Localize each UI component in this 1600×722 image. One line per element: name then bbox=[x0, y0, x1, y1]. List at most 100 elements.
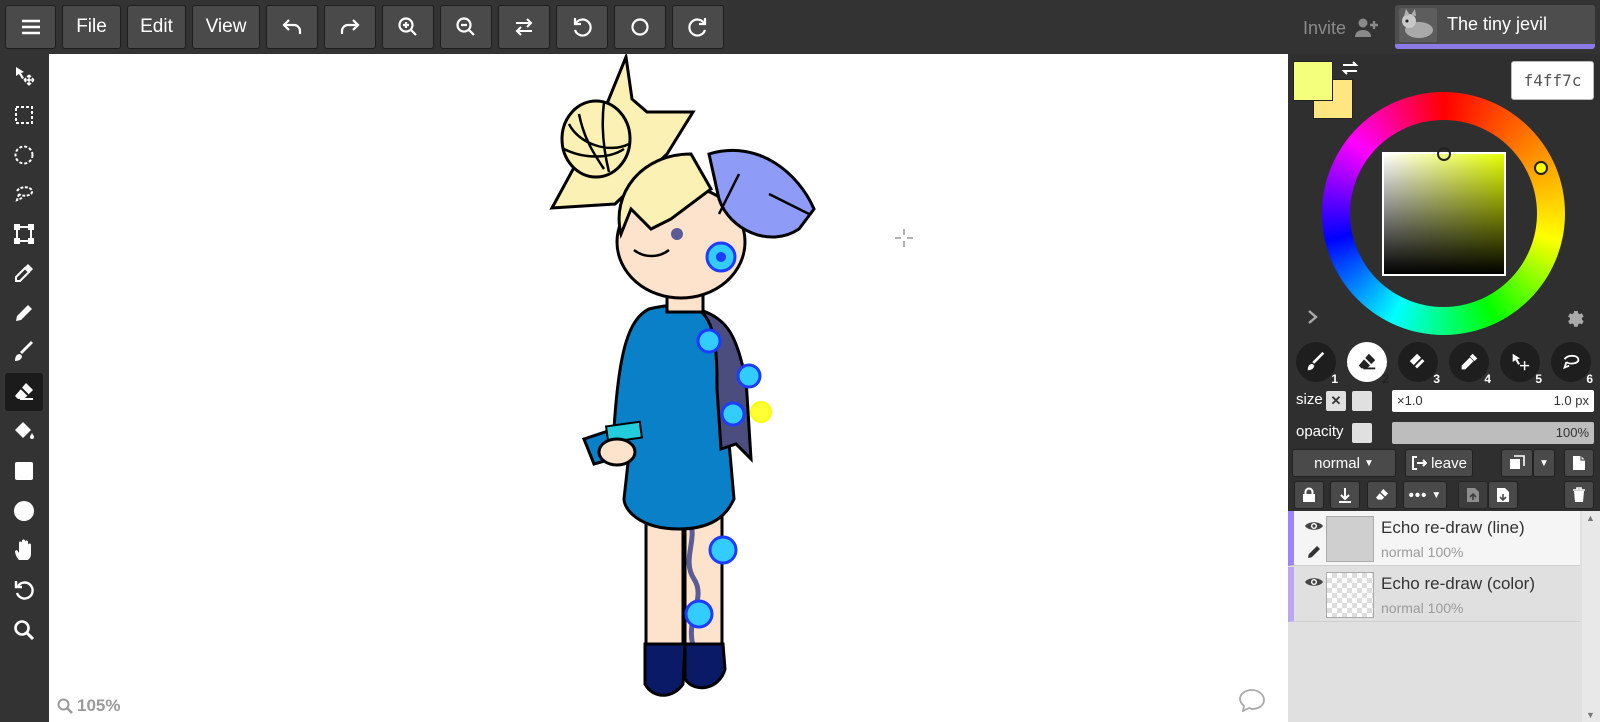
lock-layer-button[interactable] bbox=[1294, 481, 1324, 509]
invite-label: Invite bbox=[1303, 17, 1347, 38]
brush-slot-2[interactable]: 2 bbox=[1347, 342, 1389, 386]
user-chip[interactable]: The tiny jevil bbox=[1395, 5, 1595, 49]
size-pressure-toggle[interactable]: ✕ bbox=[1326, 391, 1346, 411]
flip-view-button[interactable] bbox=[498, 5, 550, 49]
file-down-icon bbox=[1497, 488, 1509, 502]
swap-colors-icon[interactable] bbox=[1340, 58, 1360, 78]
brush-slot-6[interactable]: 6 bbox=[1551, 342, 1593, 386]
scroll-up-icon[interactable]: ▲ bbox=[1586, 513, 1595, 523]
leave-button[interactable]: leave bbox=[1405, 449, 1473, 477]
hex-color-input[interactable]: f4ff7c bbox=[1511, 61, 1594, 100]
zoom-in-button[interactable] bbox=[382, 5, 434, 49]
size-lock-toggle[interactable] bbox=[1352, 391, 1372, 411]
layer-thumbnail bbox=[1326, 516, 1374, 562]
file-menu-button[interactable]: File bbox=[62, 5, 121, 49]
hue-picker-handle[interactable] bbox=[1534, 161, 1548, 175]
layer-blend-opacity: normal 100% bbox=[1381, 544, 1464, 560]
invite-button[interactable]: Invite bbox=[1303, 17, 1380, 39]
primary-color-swatch[interactable] bbox=[1293, 61, 1333, 101]
rectangle-shape-tool[interactable] bbox=[5, 452, 43, 490]
trash-icon bbox=[1573, 487, 1585, 502]
pen-tool[interactable] bbox=[5, 294, 43, 332]
layer-blend-opacity: normal 100% bbox=[1381, 600, 1464, 616]
tool-settings: size ✕ ×1.0 1.0 px opacity 100% normal ▼… bbox=[1288, 389, 1600, 511]
view-menu-button[interactable]: View bbox=[192, 5, 260, 49]
caret-down-icon: ▼ bbox=[1363, 457, 1374, 469]
zoom-out-button[interactable] bbox=[440, 5, 492, 49]
ellipsis-icon: ••• bbox=[1408, 486, 1428, 504]
rect-select-tool[interactable] bbox=[5, 96, 43, 134]
rotate-left-button[interactable] bbox=[556, 5, 608, 49]
drawing-canvas[interactable]: 105% bbox=[49, 54, 1288, 722]
transform-tool[interactable] bbox=[5, 215, 43, 253]
cursor-crosshair-icon bbox=[895, 229, 913, 247]
rotate-right-button[interactable] bbox=[672, 5, 724, 49]
rotate-icon bbox=[14, 581, 34, 600]
zoom-tool[interactable] bbox=[5, 611, 43, 649]
layers-scrollbar[interactable]: ▲ ▼ bbox=[1582, 511, 1600, 722]
ellipse-shape-tool[interactable] bbox=[5, 492, 43, 530]
leave-label: leave bbox=[1431, 454, 1467, 472]
zoom-level: 105% bbox=[77, 696, 121, 715]
brush-slot-number: 1 bbox=[1331, 372, 1338, 386]
rotate-tool[interactable] bbox=[5, 571, 43, 609]
sv-picker-handle[interactable] bbox=[1437, 147, 1451, 161]
eye-icon[interactable] bbox=[1304, 575, 1324, 589]
move-icon bbox=[1512, 353, 1530, 371]
zoom-indicator: 105% bbox=[57, 696, 120, 716]
merge-down-button[interactable] bbox=[1330, 481, 1360, 509]
ellipse-select-tool[interactable] bbox=[5, 136, 43, 174]
brush-tool[interactable] bbox=[5, 333, 43, 371]
lock-icon bbox=[1303, 487, 1315, 502]
layer-row[interactable]: Echo re-draw (color) normal 100% bbox=[1288, 567, 1580, 622]
artwork-drawing bbox=[549, 54, 816, 697]
brush-slot-5[interactable]: 5 bbox=[1500, 342, 1542, 386]
move-layer-up-button[interactable] bbox=[1458, 481, 1488, 509]
layer-row[interactable]: Echo re-draw (line) normal 100% bbox=[1288, 511, 1580, 566]
eraser-icon bbox=[15, 383, 33, 400]
paint-bucket-icon bbox=[15, 422, 34, 439]
move-layer-down-button[interactable] bbox=[1488, 481, 1518, 509]
brush-icon bbox=[1307, 351, 1325, 371]
delete-layer-button[interactable] bbox=[1564, 481, 1594, 509]
brush-slot-number: 2 bbox=[1382, 372, 1389, 386]
scroll-down-icon[interactable]: ▼ bbox=[1586, 710, 1595, 720]
opacity-pressure-toggle[interactable] bbox=[1352, 423, 1372, 443]
size-slider[interactable]: ×1.0 1.0 px bbox=[1392, 390, 1594, 412]
edit-menu-button[interactable]: Edit bbox=[127, 5, 186, 49]
chevron-right-icon[interactable] bbox=[1306, 308, 1320, 326]
opacity-slider[interactable]: 100% bbox=[1392, 422, 1594, 444]
hamburger-icon bbox=[21, 19, 40, 35]
hand-tool[interactable] bbox=[5, 531, 43, 569]
more-options-button[interactable]: ••• ▼ bbox=[1403, 481, 1447, 509]
fill-tool[interactable] bbox=[5, 412, 43, 450]
exit-icon bbox=[1412, 456, 1428, 470]
undo-button[interactable] bbox=[266, 5, 318, 49]
duplicate-layer-button[interactable] bbox=[1501, 449, 1533, 477]
move-tool[interactable] bbox=[5, 57, 43, 95]
rotate-right-icon bbox=[688, 18, 707, 37]
layer-options-dropdown[interactable]: ▼ bbox=[1533, 449, 1555, 477]
eraser-tool[interactable] bbox=[5, 373, 43, 411]
magnifier-icon bbox=[14, 620, 35, 641]
chat-bubble-icon[interactable] bbox=[1238, 688, 1266, 712]
lasso-select-tool[interactable] bbox=[5, 175, 43, 213]
eye-icon[interactable] bbox=[1304, 519, 1324, 533]
brush-slot-4[interactable]: 4 bbox=[1449, 342, 1491, 386]
size-multiplier: ×1.0 bbox=[1397, 393, 1423, 408]
saturation-value-square[interactable] bbox=[1382, 152, 1506, 276]
reset-rotation-button[interactable] bbox=[614, 5, 666, 49]
lasso-icon bbox=[1563, 354, 1580, 370]
eyedropper-tool[interactable] bbox=[5, 254, 43, 292]
layers-panel: Echo re-draw (line) normal 100% Echo re-… bbox=[1288, 511, 1600, 722]
menu-button[interactable] bbox=[5, 5, 56, 49]
new-layer-button[interactable] bbox=[1564, 449, 1594, 477]
size-value: 1.0 px bbox=[1553, 393, 1589, 408]
brush-slot-1[interactable]: 1 bbox=[1296, 342, 1338, 386]
close-icon: ✕ bbox=[1330, 393, 1342, 408]
brush-slot-3[interactable]: 3 bbox=[1398, 342, 1440, 386]
blend-mode-select[interactable]: normal ▼ bbox=[1292, 449, 1396, 477]
gear-icon[interactable] bbox=[1564, 307, 1586, 329]
redo-button[interactable] bbox=[324, 5, 376, 49]
clear-layer-button[interactable] bbox=[1367, 481, 1397, 509]
